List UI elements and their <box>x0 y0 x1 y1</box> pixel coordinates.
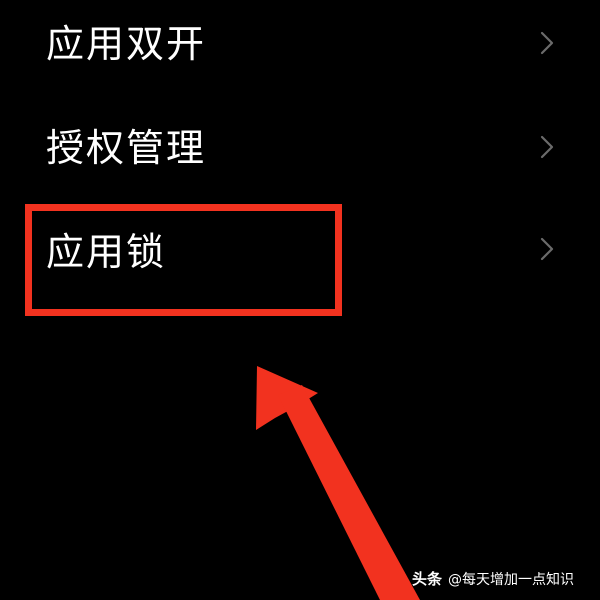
arrow-shaft <box>278 385 420 600</box>
watermark-account: @每天增加一点知识 <box>448 572 575 588</box>
chevron-right-icon <box>540 135 554 159</box>
watermark-brand: 头条 <box>412 570 443 588</box>
chevron-right-icon <box>540 237 554 261</box>
chevron-right-icon <box>540 31 554 55</box>
settings-item-label: 应用双开 <box>46 22 207 66</box>
arrow-head <box>256 366 318 430</box>
settings-item-app-dual[interactable]: 应用双开 <box>0 0 600 100</box>
watermark: 头条 @每天增加一点知识 <box>412 568 574 589</box>
settings-item-app-lock[interactable]: 应用锁 <box>0 200 600 300</box>
settings-item-label: 应用锁 <box>46 230 167 274</box>
settings-item-permission-management[interactable]: 授权管理 <box>0 100 600 200</box>
settings-list: 应用双开 授权管理 应用锁 <box>0 0 600 320</box>
settings-item-label: 授权管理 <box>46 126 207 170</box>
